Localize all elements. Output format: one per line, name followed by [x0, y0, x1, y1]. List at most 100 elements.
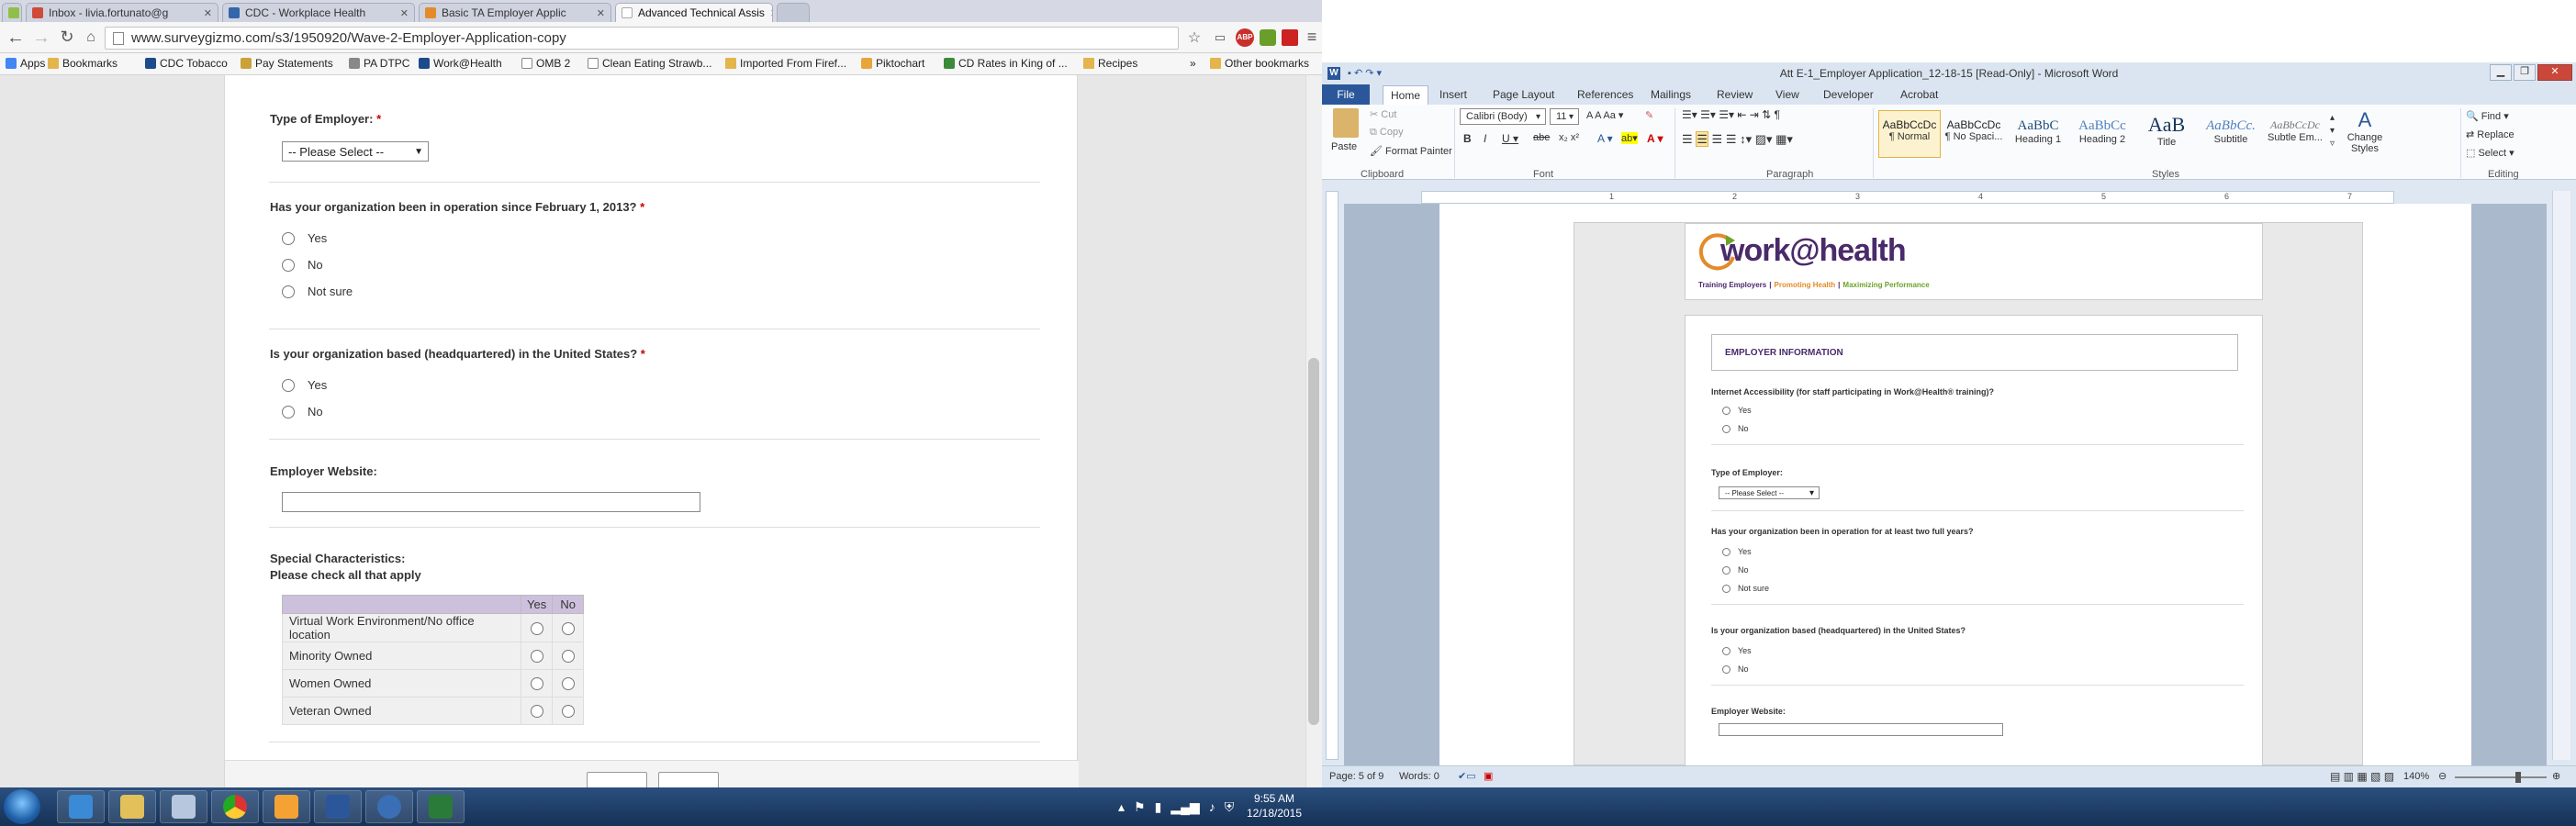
style-subtitle[interactable]: AaBbCc. Subtitle [2200, 110, 2262, 158]
taskbar-chrome[interactable] [211, 790, 259, 823]
cut-button[interactable]: ✂ Cut [1370, 108, 1396, 120]
style-title[interactable]: AaB Title [2135, 110, 2198, 158]
styles-scroll-icon[interactable]: ▴ ▾ ▿ [2330, 112, 2335, 151]
status-words[interactable]: Words: 0 [1399, 771, 1439, 782]
virtual-yes-radio[interactable] [530, 621, 543, 635]
taskbar-lync[interactable] [365, 790, 413, 823]
forward-icon[interactable]: → [31, 28, 51, 49]
operation-no-radio[interactable]: No [282, 258, 323, 272]
tab-home[interactable]: Home [1383, 85, 1428, 105]
font-size-select[interactable]: 11 ▾ [1550, 108, 1579, 125]
tab-view[interactable]: View [1775, 88, 1799, 101]
clock[interactable]: 9:55 AM 12/18/2015 [1239, 791, 1309, 820]
veteran-no-radio[interactable] [561, 705, 575, 719]
home-icon[interactable]: ⌂ [81, 29, 101, 46]
clear-format-icon[interactable]: ✎ [1645, 109, 1653, 121]
operation-yes-radio[interactable]: Yes [282, 231, 327, 245]
style-subtle-emphasis[interactable]: AaBbCcDc Subtle Em... [2264, 110, 2326, 158]
adblock-icon[interactable]: ABP [1236, 28, 1254, 47]
tab-mailings[interactable]: Mailings [1651, 88, 1691, 101]
menu-icon[interactable]: ≡ [1302, 28, 1322, 47]
taskbar-excel[interactable] [417, 790, 465, 823]
text-effects-icon[interactable]: A ▾ [1597, 132, 1613, 145]
tab-developer[interactable]: Developer [1823, 88, 1874, 101]
horizontal-ruler[interactable]: 1 2 3 4 5 6 7 [1421, 191, 2394, 204]
new-tab-button[interactable] [777, 3, 810, 22]
bookmark-other[interactable]: Other bookmarks [1210, 57, 1309, 70]
flag-icon[interactable]: ⚑ [1134, 799, 1146, 815]
tab-advanced-ta[interactable]: Advanced Technical Assis✕ [615, 3, 773, 22]
tab-references[interactable]: References [1577, 88, 1633, 101]
strikethrough-icon[interactable]: abe [1533, 132, 1550, 143]
bookmark-piktochart[interactable]: Piktochart [861, 57, 924, 70]
start-button[interactable] [4, 789, 40, 824]
view-mode-icons[interactable]: ▤ ▥ ▦ ▧ ▨ [2330, 770, 2394, 783]
cast-icon[interactable]: ▭ [1210, 30, 1230, 45]
taskbar-word[interactable] [314, 790, 362, 823]
tab-page-layout[interactable]: Page Layout [1493, 88, 1554, 101]
tab-acrobat[interactable]: Acrobat [1900, 88, 1938, 101]
acrobat-icon[interactable] [1282, 29, 1298, 46]
reload-icon[interactable]: ↻ [57, 28, 77, 47]
tab-insert[interactable]: Insert [1439, 88, 1467, 101]
copy-button[interactable]: ⧉ Copy [1370, 127, 1404, 139]
macro-icon[interactable]: ▣ [1484, 770, 1493, 782]
style-normal[interactable]: AaBbCcDc ¶ Normal [1878, 110, 1941, 158]
address-bar[interactable]: www.surveygizmo.com/s3/1950920/Wave-2-Em… [105, 27, 1179, 50]
hq-yes-radio[interactable]: Yes [282, 378, 327, 392]
font-name-select[interactable]: Calibri (Body) ▾ [1460, 108, 1546, 125]
minority-yes-radio[interactable] [530, 650, 543, 664]
bookmark-overflow[interactable]: » [1190, 57, 1196, 70]
women-no-radio[interactable] [561, 677, 575, 691]
maximize-button[interactable]: ❐ [2514, 64, 2536, 81]
highlight-icon[interactable]: ab▾ [1621, 132, 1638, 144]
bookmark-cd-rates[interactable]: CD Rates in King of ... [944, 57, 1068, 70]
tab-inbox[interactable]: Inbox - livia.fortunato@g ✕ [26, 3, 218, 22]
paste-icon[interactable] [1333, 108, 1359, 138]
bookmark-pa-dtpc[interactable]: PA DTPC [349, 57, 409, 70]
tab-basic-ta[interactable]: Basic TA Employer Applic ✕ [419, 3, 611, 22]
find-button[interactable]: 🔍 Find ▾ [2466, 110, 2509, 122]
bookmark-apps[interactable]: Apps [6, 57, 45, 70]
minimize-button[interactable]: ▁ [2490, 64, 2512, 81]
veteran-yes-radio[interactable] [530, 705, 543, 719]
bookmark-star-icon[interactable]: ☆ [1184, 28, 1204, 47]
back-icon[interactable]: ← [6, 28, 26, 49]
bookmark-pay-statements[interactable]: Pay Statements [241, 57, 333, 70]
next-button[interactable] [658, 772, 719, 787]
bookmark-cdc-tobacco[interactable]: CDC Tobacco [145, 57, 228, 70]
zoom-level[interactable]: 140% [2403, 771, 2429, 782]
scrollbar-thumb[interactable] [1308, 358, 1319, 725]
tab-pinned[interactable] [2, 3, 22, 22]
font-color-icon[interactable]: A ▾ [1647, 132, 1663, 145]
bookmark-recipes[interactable]: Recipes [1083, 57, 1137, 70]
tab-cdc[interactable]: CDC - Workplace Health ✕ [222, 3, 415, 22]
tab-close-icon[interactable]: ✕ [198, 7, 212, 19]
tab-close-icon[interactable]: ✕ [591, 7, 605, 19]
hq-no-radio[interactable]: No [282, 405, 323, 419]
close-button[interactable]: ✕ [2537, 64, 2572, 81]
zoom-out-icon[interactable]: ⊖ [2438, 770, 2447, 782]
bookmark-work-health[interactable]: Work@Health [419, 57, 502, 70]
style-no-spacing[interactable]: AaBbCcDc ¶ No Spaci... [1943, 110, 2005, 158]
zoom-in-icon[interactable]: ⊕ [2552, 770, 2560, 782]
operation-notsure-radio[interactable]: Not sure [282, 285, 353, 298]
status-page[interactable]: Page: 5 of 9 [1329, 771, 1383, 782]
grow-shrink-font-icons[interactable]: A A Aa ▾ [1586, 109, 1623, 121]
bookmark-clean-eating[interactable]: Clean Eating Strawb... [588, 57, 711, 70]
word-vertical-scrollbar[interactable] [2552, 191, 2570, 760]
taskbar-explorer[interactable] [108, 790, 156, 823]
list-icons[interactable]: ☰▾ ☰▾ ☰▾ ⇤ ⇥ ⇅ ¶ [1682, 108, 1780, 121]
alignment-icons[interactable]: ☰ ☰ ☰ ☰ ↕▾ ▨▾ ▦▾ [1682, 131, 1793, 147]
zoom-slider[interactable] [2455, 776, 2547, 778]
volume-icon[interactable]: ♪ [1209, 799, 1215, 814]
underline-icon[interactable]: U ▾ [1502, 132, 1518, 145]
taskbar-notes[interactable] [160, 790, 207, 823]
back-button[interactable] [587, 772, 647, 787]
tab-close-icon[interactable]: ✕ [765, 7, 772, 19]
bookmark-omb2[interactable]: OMB 2 [521, 57, 570, 70]
show-hidden-icon[interactable]: ▴ [1118, 799, 1125, 815]
tab-close-icon[interactable]: ✕ [395, 7, 409, 19]
vertical-ruler[interactable] [1326, 191, 1338, 760]
security-icon[interactable]: ⛨ [1225, 799, 1235, 815]
